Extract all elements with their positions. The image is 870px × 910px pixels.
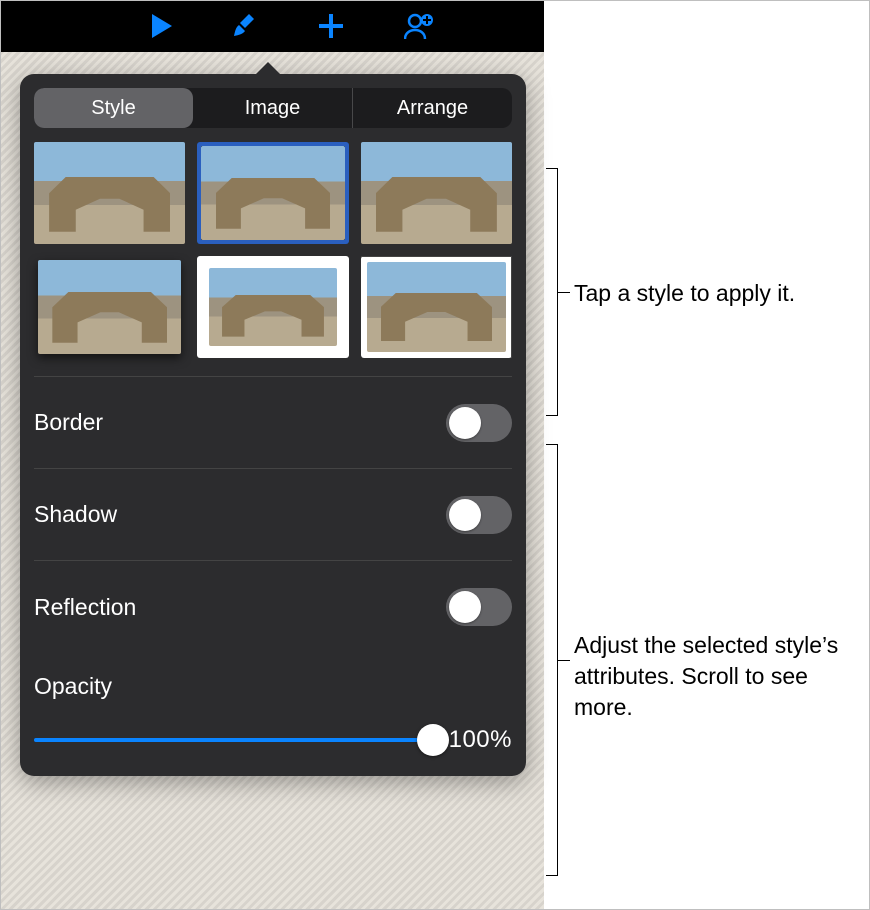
label-shadow: Shadow bbox=[34, 501, 117, 528]
style-settings: Border Shadow Reflection bbox=[34, 376, 512, 653]
callout-styles: Tap a style to apply it. bbox=[574, 278, 795, 309]
label-reflection: Reflection bbox=[34, 594, 136, 621]
plus-icon[interactable] bbox=[318, 13, 344, 39]
tab-style[interactable]: Style bbox=[34, 88, 193, 128]
style-preset-5[interactable] bbox=[197, 256, 348, 358]
play-icon[interactable] bbox=[150, 14, 172, 38]
callout-attributes: Adjust the selected style’s attributes. … bbox=[574, 630, 854, 723]
tab-arrange[interactable]: Arrange bbox=[353, 88, 512, 128]
opacity-slider[interactable] bbox=[34, 738, 433, 742]
app-toolbar bbox=[0, 0, 544, 52]
row-opacity: Opacity 100% bbox=[34, 653, 512, 754]
callout-lead-styles bbox=[558, 292, 570, 293]
callout-bracket-styles bbox=[546, 168, 558, 416]
style-preset-6[interactable] bbox=[361, 256, 512, 358]
opacity-value: 100% bbox=[449, 726, 512, 754]
add-person-icon[interactable] bbox=[404, 12, 434, 40]
style-presets bbox=[34, 142, 512, 358]
toggle-reflection[interactable] bbox=[446, 588, 512, 626]
row-shadow: Shadow bbox=[34, 469, 512, 561]
format-popover: Style Image Arrange Border Shadow Reflec… bbox=[20, 74, 526, 776]
brush-icon[interactable] bbox=[232, 12, 258, 40]
row-border: Border bbox=[34, 377, 512, 469]
format-tabs: Style Image Arrange bbox=[34, 88, 512, 128]
style-preset-1[interactable] bbox=[34, 142, 185, 244]
tab-image[interactable]: Image bbox=[193, 88, 353, 128]
callout-bracket-attrs bbox=[546, 444, 558, 876]
row-reflection: Reflection bbox=[34, 561, 512, 653]
label-opacity: Opacity bbox=[34, 673, 112, 699]
style-preset-2[interactable] bbox=[197, 142, 348, 244]
label-border: Border bbox=[34, 409, 103, 436]
toggle-border[interactable] bbox=[446, 404, 512, 442]
style-preset-4[interactable] bbox=[34, 256, 185, 358]
toggle-shadow[interactable] bbox=[446, 496, 512, 534]
style-preset-3[interactable] bbox=[361, 142, 512, 244]
opacity-slider-knob[interactable] bbox=[417, 724, 449, 756]
callout-lead-attrs bbox=[558, 660, 570, 661]
